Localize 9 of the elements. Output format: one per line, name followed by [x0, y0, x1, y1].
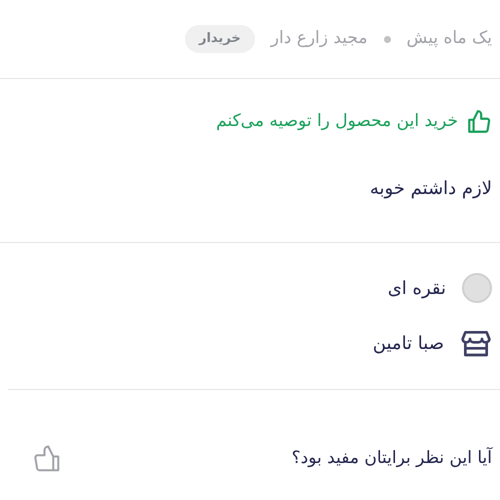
review-time: یک ماه پیش: [406, 27, 492, 50]
seller-name: صبا تامین: [372, 332, 444, 356]
recommendation-text: خرید این محصول را توصیه می‌کنم: [216, 110, 458, 134]
helpful-question: آیا این نظر برایتان مفید بود؟: [292, 446, 492, 470]
author-name: مجید زارع دار: [270, 27, 368, 50]
comment-text: لازم داشتم خوبه: [368, 177, 492, 201]
color-name: نقره ای: [388, 276, 446, 300]
separator-dot: [384, 36, 391, 42]
buyer-badge: خریدار: [184, 25, 255, 53]
